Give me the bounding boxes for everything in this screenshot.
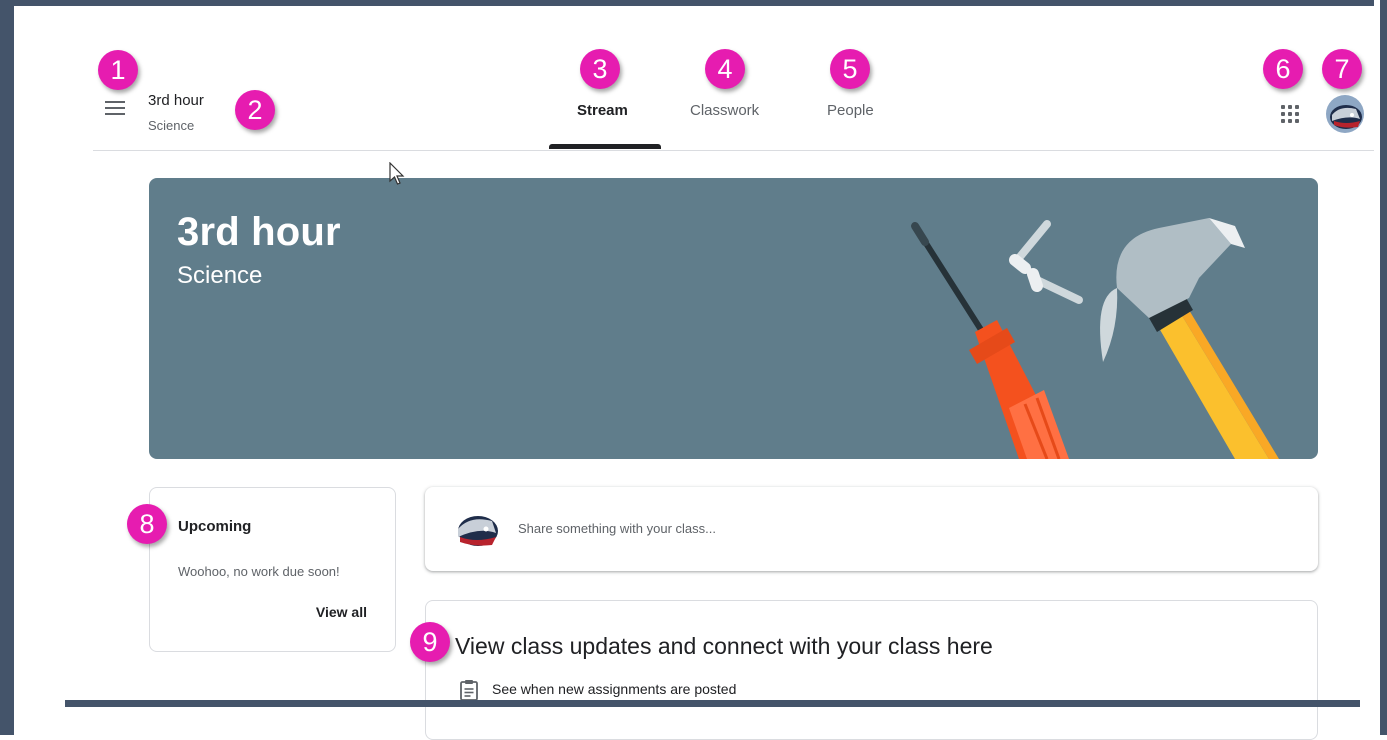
apps-grid-icon[interactable]: [1281, 105, 1299, 123]
class-updates-card: View class updates and connect with your…: [425, 600, 1318, 740]
class-section: Science: [148, 118, 195, 133]
assignment-icon: [460, 680, 478, 701]
callout-badge: 8: [127, 504, 167, 544]
callout-badge: 2: [235, 90, 275, 130]
active-tab-indicator: [549, 144, 661, 149]
upcoming-card: Upcoming Woohoo, no work due soon! View …: [149, 487, 396, 652]
share-avatar: [452, 507, 500, 551]
tab-classwork[interactable]: Classwork: [690, 102, 759, 119]
upcoming-empty-message: Woohoo, no work due soon!: [178, 564, 340, 579]
tab-stream[interactable]: Stream: [577, 102, 628, 119]
share-box[interactable]: Share something with your class...: [425, 487, 1318, 571]
hamburger-menu-icon[interactable]: [105, 101, 125, 117]
tab-people[interactable]: People: [827, 102, 874, 119]
upcoming-title: Upcoming: [178, 518, 252, 535]
callout-badge: 6: [1263, 49, 1303, 89]
callout-badge: 9: [410, 622, 450, 662]
frame-right-border: [1380, 0, 1387, 735]
view-all-link[interactable]: View all: [316, 604, 367, 620]
callout-badge: 5: [830, 49, 870, 89]
banner-class-name: 3rd hour: [177, 210, 341, 254]
class-banner: 3rd hour Science: [149, 178, 1318, 459]
callout-badge: 4: [705, 49, 745, 89]
callout-badge: 1: [98, 50, 138, 90]
mouse-pointer-icon: [389, 162, 405, 185]
updates-heading: View class updates and connect with your…: [455, 633, 993, 659]
banner-class-section: Science: [177, 262, 263, 289]
bottom-divider: [65, 700, 1360, 707]
class-name[interactable]: 3rd hour: [148, 92, 204, 109]
callout-badge: 3: [580, 49, 620, 89]
updates-item: See when new assignments are posted: [492, 681, 737, 697]
callout-badge: 7: [1322, 49, 1362, 89]
share-placeholder-text: Share something with your class...: [518, 521, 716, 536]
account-avatar[interactable]: [1326, 95, 1364, 133]
